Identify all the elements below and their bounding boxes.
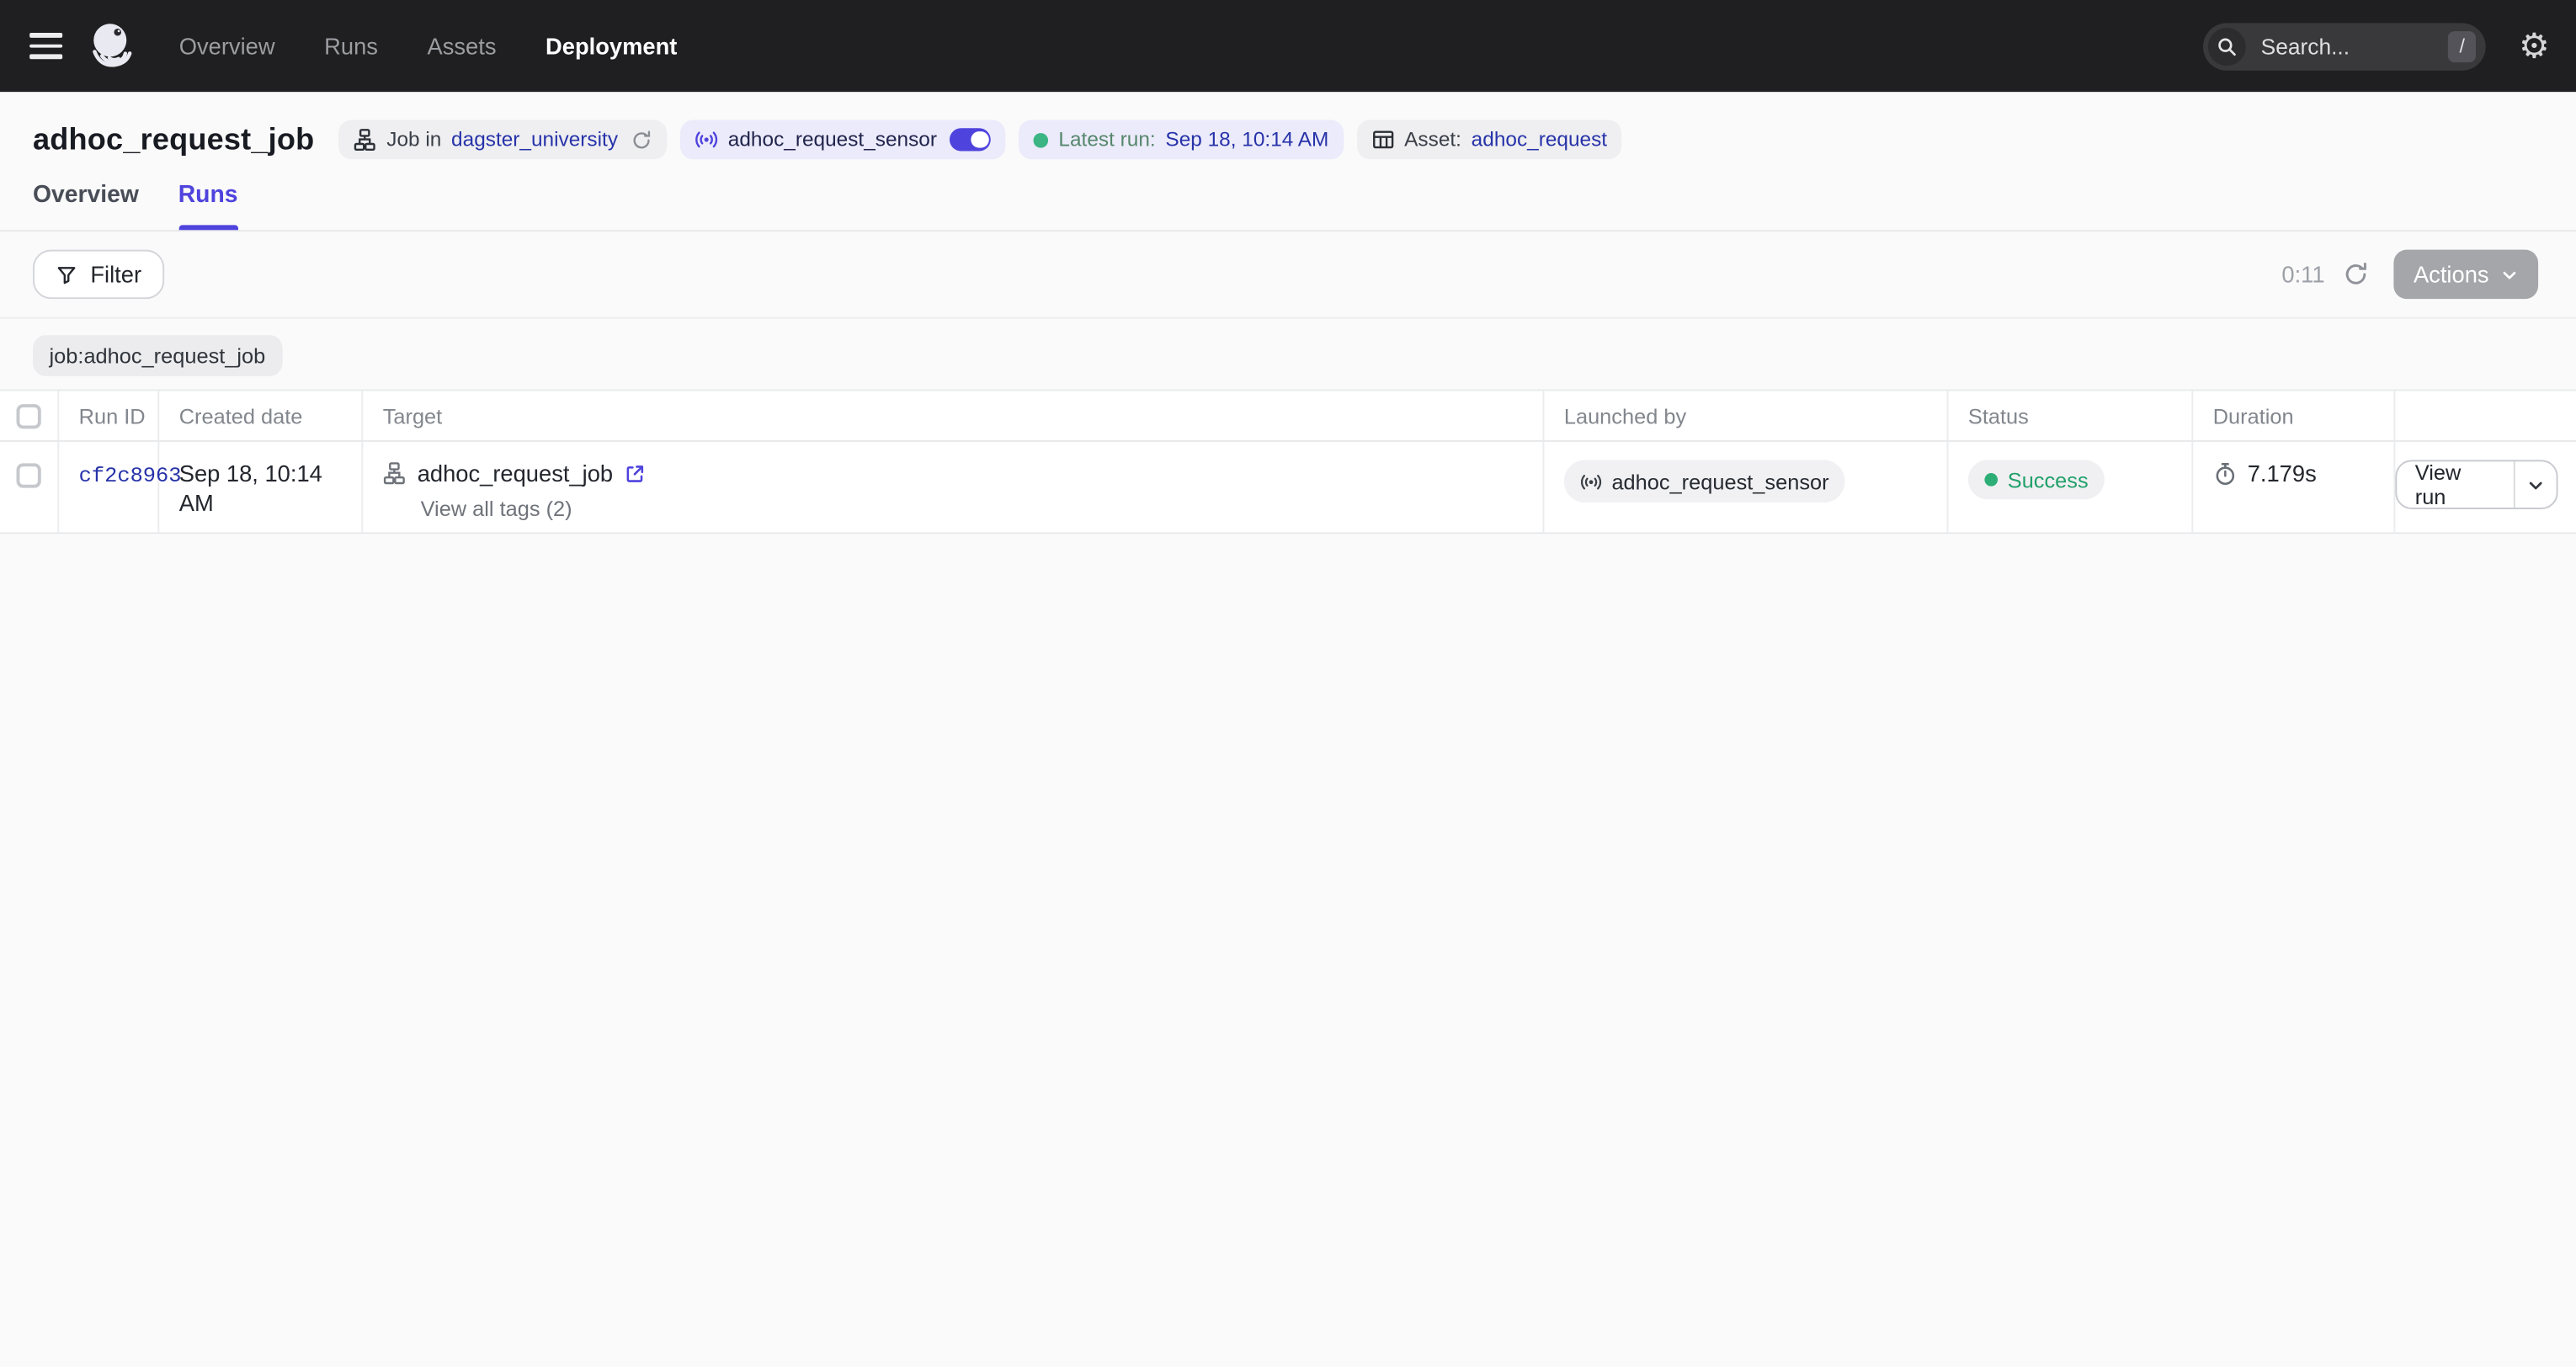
sensor-icon	[1580, 471, 1601, 492]
status-badge[interactable]: Success	[1968, 460, 2105, 499]
refresh-icon[interactable]	[2343, 261, 2369, 287]
asset-link[interactable]: adhoc_request	[1472, 128, 1607, 151]
launched-by-chip[interactable]: adhoc_request_sensor	[1564, 460, 1845, 503]
duration-value: 7.179s	[2248, 460, 2317, 486]
launched-by-name: adhoc_request_sensor	[1611, 469, 1828, 493]
search-shortcut-key: /	[2448, 30, 2476, 61]
latest-run-label: Latest run:	[1058, 128, 1155, 151]
column-header-duration: Duration	[2193, 391, 2395, 440]
external-link-icon[interactable]	[625, 462, 646, 483]
column-header-created-date: Created date	[159, 391, 363, 440]
job-location-chip[interactable]: Job in dagster_university	[339, 120, 668, 159]
search-input[interactable]: Search... /	[2203, 22, 2486, 70]
filter-button[interactable]: Filter	[33, 250, 164, 300]
latest-run-status-dot	[1034, 132, 1049, 147]
sensor-toggle[interactable]	[950, 128, 992, 151]
refresh-countdown: 0:11	[2281, 261, 2324, 287]
column-header-target: Target	[363, 391, 1544, 440]
chevron-down-icon[interactable]	[2516, 461, 2557, 508]
view-run-button[interactable]: View run	[2397, 461, 2514, 508]
job-location-link[interactable]: dagster_university	[451, 128, 618, 151]
page-tabs: Overview Runs	[0, 159, 2576, 230]
filter-funnel-icon	[56, 263, 77, 285]
select-all-checkbox[interactable]	[17, 403, 41, 428]
job-graph-icon	[354, 128, 376, 151]
latest-run-link[interactable]: Sep 18, 10:14 AM	[1165, 128, 1328, 151]
nav-item-runs[interactable]: Runs	[324, 33, 378, 59]
sensor-chip[interactable]: adhoc_request_sensor	[680, 120, 1006, 159]
applied-filter-chip[interactable]: job:adhoc_request_job	[33, 335, 282, 376]
dagster-app: Overview Runs Assets Deployment Search..…	[0, 0, 2576, 1367]
column-header-status: Status	[1949, 391, 2194, 440]
latest-run-chip[interactable]: Latest run: Sep 18, 10:14 AM	[1019, 120, 1344, 159]
nav-item-deployment[interactable]: Deployment	[546, 33, 677, 59]
nav-links: Overview Runs Assets Deployment	[179, 33, 678, 59]
runs-toolbar: Filter 0:11 Actions	[0, 231, 2576, 318]
sensor-icon	[695, 128, 718, 151]
column-header-launched-by: Launched by	[1544, 391, 1948, 440]
runs-table: Run ID Created date Target Launched by S…	[0, 390, 2576, 535]
status-text: Success	[2008, 467, 2089, 492]
active-tab-underline	[178, 225, 238, 230]
search-icon	[2208, 27, 2246, 65]
nav-item-overview[interactable]: Overview	[179, 33, 275, 59]
target-job-name: adhoc_request_job	[418, 460, 613, 486]
search-placeholder: Search...	[2261, 34, 2448, 58]
job-location-prefix: Job in	[386, 128, 441, 151]
settings-gear-icon[interactable]: ⚙	[2519, 29, 2550, 63]
sensor-name[interactable]: adhoc_request_sensor	[728, 128, 937, 151]
stopwatch-icon	[2213, 461, 2238, 486]
table-row: cf2c8963 Sep 18, 10:14 AM adhoc_reque	[0, 442, 2576, 534]
column-header-run-id: Run ID	[59, 391, 159, 440]
view-run-split-button: View run	[2395, 460, 2557, 509]
menu-icon[interactable]	[29, 34, 62, 59]
asset-label: Asset:	[1404, 128, 1461, 151]
asset-chip[interactable]: Asset: adhoc_request	[1357, 120, 1622, 159]
actions-button[interactable]: Actions	[2394, 250, 2539, 300]
header-chips: Job in dagster_university	[339, 120, 1622, 159]
tab-runs[interactable]: Runs	[178, 183, 238, 231]
asset-table-icon	[1371, 128, 1394, 151]
chevron-down-icon	[2500, 265, 2518, 283]
success-dot-icon	[1984, 473, 1998, 487]
row-checkbox[interactable]	[17, 463, 41, 487]
view-all-tags-link[interactable]: View all tags (2)	[383, 496, 1543, 520]
column-header-actions	[2395, 391, 2576, 440]
page-header: adhoc_request_job Job in dagster_univers…	[0, 92, 2576, 231]
job-graph-icon	[383, 461, 406, 484]
created-date: Sep 18, 10:14 AM	[179, 460, 322, 515]
table-header-row: Run ID Created date Target Launched by S…	[0, 391, 2576, 441]
top-navbar: Overview Runs Assets Deployment Search..…	[0, 0, 2576, 92]
nav-item-assets[interactable]: Assets	[427, 33, 496, 59]
page-title: adhoc_request_job	[33, 121, 314, 157]
tab-overview[interactable]: Overview	[33, 183, 139, 231]
dagster-logo-icon[interactable]	[87, 19, 136, 72]
applied-filters-row: job:adhoc_request_job	[0, 319, 2576, 390]
reload-location-icon[interactable]	[631, 129, 652, 150]
